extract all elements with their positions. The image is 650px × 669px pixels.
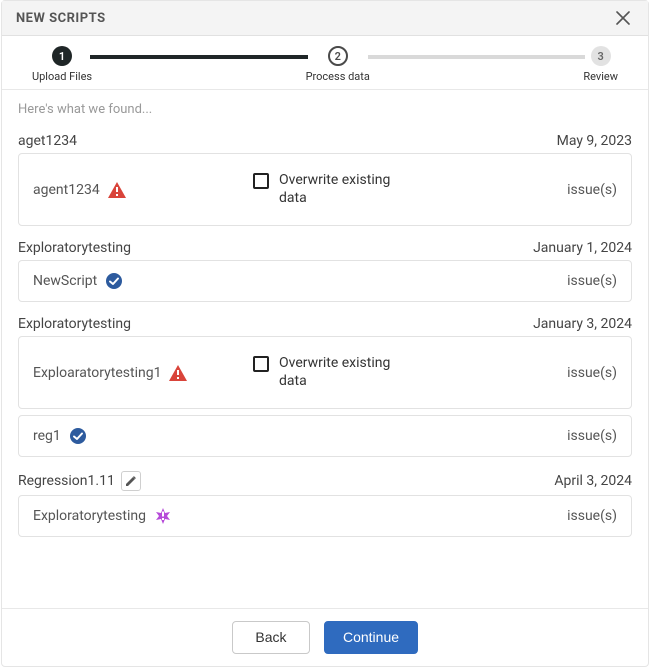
script-name: Exploaratorytesting1 [33, 365, 161, 381]
overwrite-label: Overwrite existing data [279, 172, 413, 207]
group-title: Regression1.11 [18, 473, 115, 489]
script-row: NewScript issue(s) [18, 260, 632, 302]
group-header: Regression1.11 April 3, 2024 [18, 463, 632, 495]
group-date: May 9, 2023 [557, 133, 632, 149]
check-icon [69, 427, 87, 445]
dialog-header: NEW SCRIPTS [2, 1, 648, 36]
issues-label: issue(s) [537, 365, 617, 381]
group-header: aget1234 May 9, 2023 [18, 125, 632, 153]
edit-button[interactable] [121, 471, 141, 491]
group-title: aget1234 [18, 133, 77, 149]
wizard-stepper: 1 Upload Files 2 Process data 3 Review [2, 36, 648, 90]
issues-label: issue(s) [537, 273, 617, 289]
warning-icon [108, 182, 126, 198]
step-connector [368, 55, 585, 59]
group-header: Exploratorytesting January 1, 2024 [18, 232, 632, 260]
step-process-data[interactable]: 2 Process data [306, 46, 370, 83]
script-name: reg1 [33, 428, 61, 444]
warning-icon [169, 365, 187, 381]
group-title: Exploratorytesting [18, 240, 131, 256]
dialog-title: NEW SCRIPTS [16, 11, 106, 26]
continue-button[interactable]: Continue [324, 621, 418, 654]
script-row: Exploratorytesting issue(s) [18, 495, 632, 537]
group-header: Exploratorytesting January 3, 2024 [18, 308, 632, 336]
script-name: Exploratorytesting [33, 508, 146, 524]
overwrite-label: Overwrite existing data [279, 355, 413, 390]
back-button[interactable]: Back [232, 621, 310, 654]
script-name: agent1234 [33, 182, 100, 198]
script-row: reg1 issue(s) [18, 415, 632, 457]
content-area: Here's what we found... aget1234 May 9, … [2, 90, 648, 608]
script-row: Exploaratorytesting1 Overwrite existing … [18, 336, 632, 409]
script-name: NewScript [33, 273, 97, 289]
checkbox-icon [253, 173, 269, 189]
group-date: January 1, 2024 [533, 240, 632, 256]
overwrite-checkbox[interactable]: Overwrite existing data [253, 172, 413, 207]
group-date: April 3, 2024 [554, 473, 632, 489]
dialog-footer: Back Continue [2, 608, 648, 666]
issues-label: issue(s) [537, 508, 617, 524]
step-connector [90, 55, 307, 59]
check-icon [105, 272, 123, 290]
overwrite-checkbox[interactable]: Overwrite existing data [253, 355, 413, 390]
burst-icon [154, 507, 172, 525]
new-scripts-dialog: NEW SCRIPTS 1 Upload Files 2 Process dat… [1, 0, 649, 667]
group-date: January 3, 2024 [533, 316, 632, 332]
step-upload-files[interactable]: 1 Upload Files [32, 46, 92, 83]
close-icon[interactable] [612, 9, 634, 27]
group-title: Exploratorytesting [18, 316, 131, 332]
script-row: agent1234 Overwrite existing data issue(… [18, 153, 632, 226]
found-label: Here's what we found... [18, 102, 632, 117]
issues-label: issue(s) [537, 428, 617, 444]
checkbox-icon [253, 356, 269, 372]
issues-label: issue(s) [537, 182, 617, 198]
step-review[interactable]: 3 Review [583, 46, 618, 83]
